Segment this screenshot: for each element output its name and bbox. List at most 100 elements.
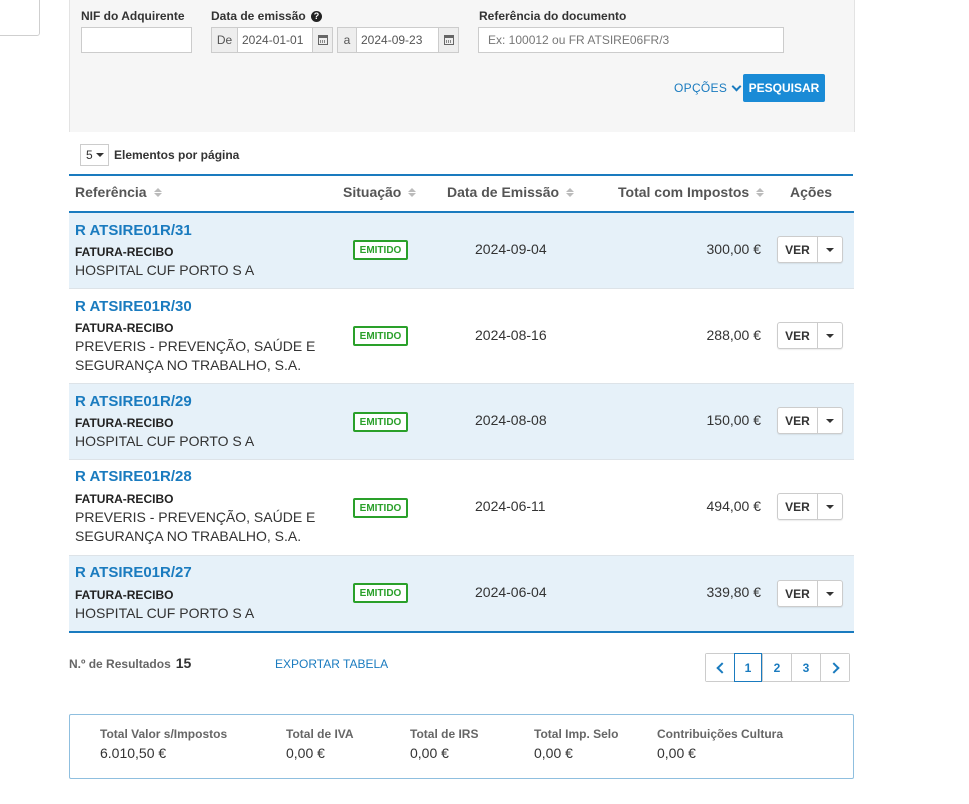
row-actions: VER — [777, 580, 843, 607]
view-button[interactable]: VER — [778, 323, 818, 348]
pagination: 1 2 3 — [705, 653, 850, 682]
col-header-reference[interactable]: Referência — [75, 184, 162, 200]
actions-dropdown-button[interactable] — [818, 581, 842, 606]
reference-label: Referência do documento — [479, 9, 627, 23]
sort-icon — [566, 187, 575, 197]
nif-label: NIF do Adquirente — [81, 9, 185, 23]
total-stamp-value: 0,00 € — [534, 745, 573, 761]
document-type: FATURA-RECIBO — [75, 416, 174, 430]
next-page-button[interactable] — [820, 654, 849, 681]
document-type: FATURA-RECIBO — [75, 245, 174, 259]
document-reference-link[interactable]: R ATSIRE01R/28 — [75, 468, 192, 485]
document-reference-link[interactable]: R ATSIRE01R/30 — [75, 298, 192, 315]
sort-icon — [408, 187, 417, 197]
date-from-prefix: De — [212, 28, 237, 52]
issue-date: 2024-09-04 — [475, 241, 547, 257]
view-button[interactable]: VER — [778, 408, 818, 433]
col-header-total-label: Total com Impostos — [618, 184, 750, 200]
page-size-select[interactable]: 5 — [80, 144, 109, 166]
totals-summary: Total Valor s/Impostos 6.010,50 € Total … — [69, 714, 854, 779]
table-row: R ATSIRE01R/28 FATURA-RECIBO PREVERIS - … — [69, 460, 854, 556]
actions-dropdown-button[interactable] — [818, 323, 842, 348]
actions-dropdown-button[interactable] — [818, 494, 842, 519]
col-header-total[interactable]: Total com Impostos — [618, 184, 765, 200]
entity-name: HOSPITAL CUF PORTO S A — [75, 262, 255, 278]
prev-page-button[interactable] — [706, 654, 734, 681]
search-filter-panel: NIF do Adquirente Data de emissão ? De 2… — [69, 0, 855, 132]
page-2-button[interactable]: 2 — [762, 654, 791, 681]
status-badge: EMITIDO — [353, 240, 408, 260]
caret-down-icon — [826, 504, 834, 509]
page-1-button[interactable]: 1 — [734, 653, 762, 682]
entity-name: PREVERIS - PREVENÇÃO, SAÚDE E SEGURANÇA … — [75, 338, 316, 373]
entity-name: HOSPITAL CUF PORTO S A — [75, 433, 255, 449]
col-header-actions: Ações — [790, 184, 832, 200]
results-label: N.º de Resultados — [69, 657, 171, 671]
export-table-link[interactable]: EXPORTAR TABELA — [275, 657, 388, 671]
total-stamp-label: Total Imp. Selo — [534, 727, 619, 741]
sort-icon — [153, 187, 162, 197]
view-button[interactable]: VER — [778, 494, 818, 519]
col-header-status[interactable]: Situação — [343, 184, 417, 200]
calendar-icon — [317, 35, 328, 45]
nif-input[interactable] — [81, 27, 192, 53]
table-row: R ATSIRE01R/29 FATURA-RECIBO HOSPITAL CU… — [69, 384, 854, 460]
help-icon[interactable]: ? — [311, 11, 322, 22]
col-header-date[interactable]: Data de Emissão — [447, 184, 575, 200]
table-row: R ATSIRE01R/31 FATURA-RECIBO HOSPITAL CU… — [69, 213, 854, 289]
col-header-actions-label: Ações — [790, 184, 833, 200]
calendar-from-button[interactable] — [313, 28, 332, 52]
total-amount: 494,00 € — [706, 498, 762, 514]
total-irs-label: Total de IRS — [410, 727, 479, 741]
view-button[interactable]: VER — [778, 237, 818, 262]
options-toggle[interactable]: OPÇÕES — [674, 81, 742, 95]
entity-name: PREVERIS - PREVENÇÃO, SAÚDE E SEGURANÇA … — [75, 509, 316, 544]
date-from-input[interactable]: 2024-01-01 — [237, 28, 313, 52]
row-actions: VER — [777, 322, 843, 349]
options-label: OPÇÕES — [674, 81, 728, 95]
actions-dropdown-button[interactable] — [818, 408, 842, 433]
document-reference-link[interactable]: R ATSIRE01R/29 — [75, 393, 192, 410]
page-3-button[interactable]: 3 — [791, 654, 820, 681]
page-size-bar: 5 Elementos por página — [69, 133, 853, 176]
calendar-icon — [443, 35, 454, 45]
total-amount: 339,80 € — [706, 584, 762, 600]
col-header-reference-label: Referência — [75, 184, 147, 200]
issue-date: 2024-06-04 — [475, 584, 547, 600]
table-header: Referência Situação Data de Emissão Tota… — [69, 175, 854, 213]
document-reference-link[interactable]: R ATSIRE01R/27 — [75, 564, 192, 581]
total-no-tax-label: Total Valor s/Impostos — [100, 727, 228, 741]
chevron-left-icon — [715, 661, 728, 674]
document-type: FATURA-RECIBO — [75, 492, 174, 506]
total-no-tax-value: 6.010,50 € — [100, 745, 167, 761]
total-amount: 150,00 € — [706, 412, 762, 428]
chevron-right-icon — [827, 661, 840, 674]
search-button[interactable]: PESQUISAR — [743, 74, 825, 102]
caret-down-icon — [826, 591, 834, 596]
date-to-prefix: a — [338, 28, 356, 52]
document-reference-link[interactable]: R ATSIRE01R/31 — [75, 222, 192, 239]
culture-contrib-value: 0,00 € — [657, 745, 696, 761]
table-row: R ATSIRE01R/30 FATURA-RECIBO PREVERIS - … — [69, 289, 854, 384]
total-irs-value: 0,00 € — [410, 745, 449, 761]
chevron-down-icon — [731, 81, 742, 91]
col-header-status-label: Situação — [343, 184, 402, 200]
page-size-value: 5 — [86, 148, 93, 162]
reference-input[interactable]: Ex: 100012 ou FR ATSIRE06FR/3 — [478, 27, 784, 53]
results-number: 15 — [175, 655, 192, 671]
view-button[interactable]: VER — [778, 581, 818, 606]
caret-down-icon — [95, 153, 104, 157]
actions-dropdown-button[interactable] — [818, 237, 842, 262]
status-badge: EMITIDO — [353, 326, 408, 346]
total-amount: 300,00 € — [706, 241, 762, 257]
table-row: R ATSIRE01R/27 FATURA-RECIBO HOSPITAL CU… — [69, 556, 854, 633]
total-iva-value: 0,00 € — [286, 745, 325, 761]
row-actions: VER — [777, 493, 843, 520]
date-to-group: a 2024-09-23 — [337, 27, 459, 53]
issue-date: 2024-06-11 — [475, 498, 546, 514]
date-to-input[interactable]: 2024-09-23 — [356, 28, 439, 52]
document-type: FATURA-RECIBO — [75, 321, 174, 335]
status-badge: EMITIDO — [353, 412, 408, 432]
calendar-to-button[interactable] — [439, 28, 458, 52]
date-from-group: De 2024-01-01 — [211, 27, 333, 53]
